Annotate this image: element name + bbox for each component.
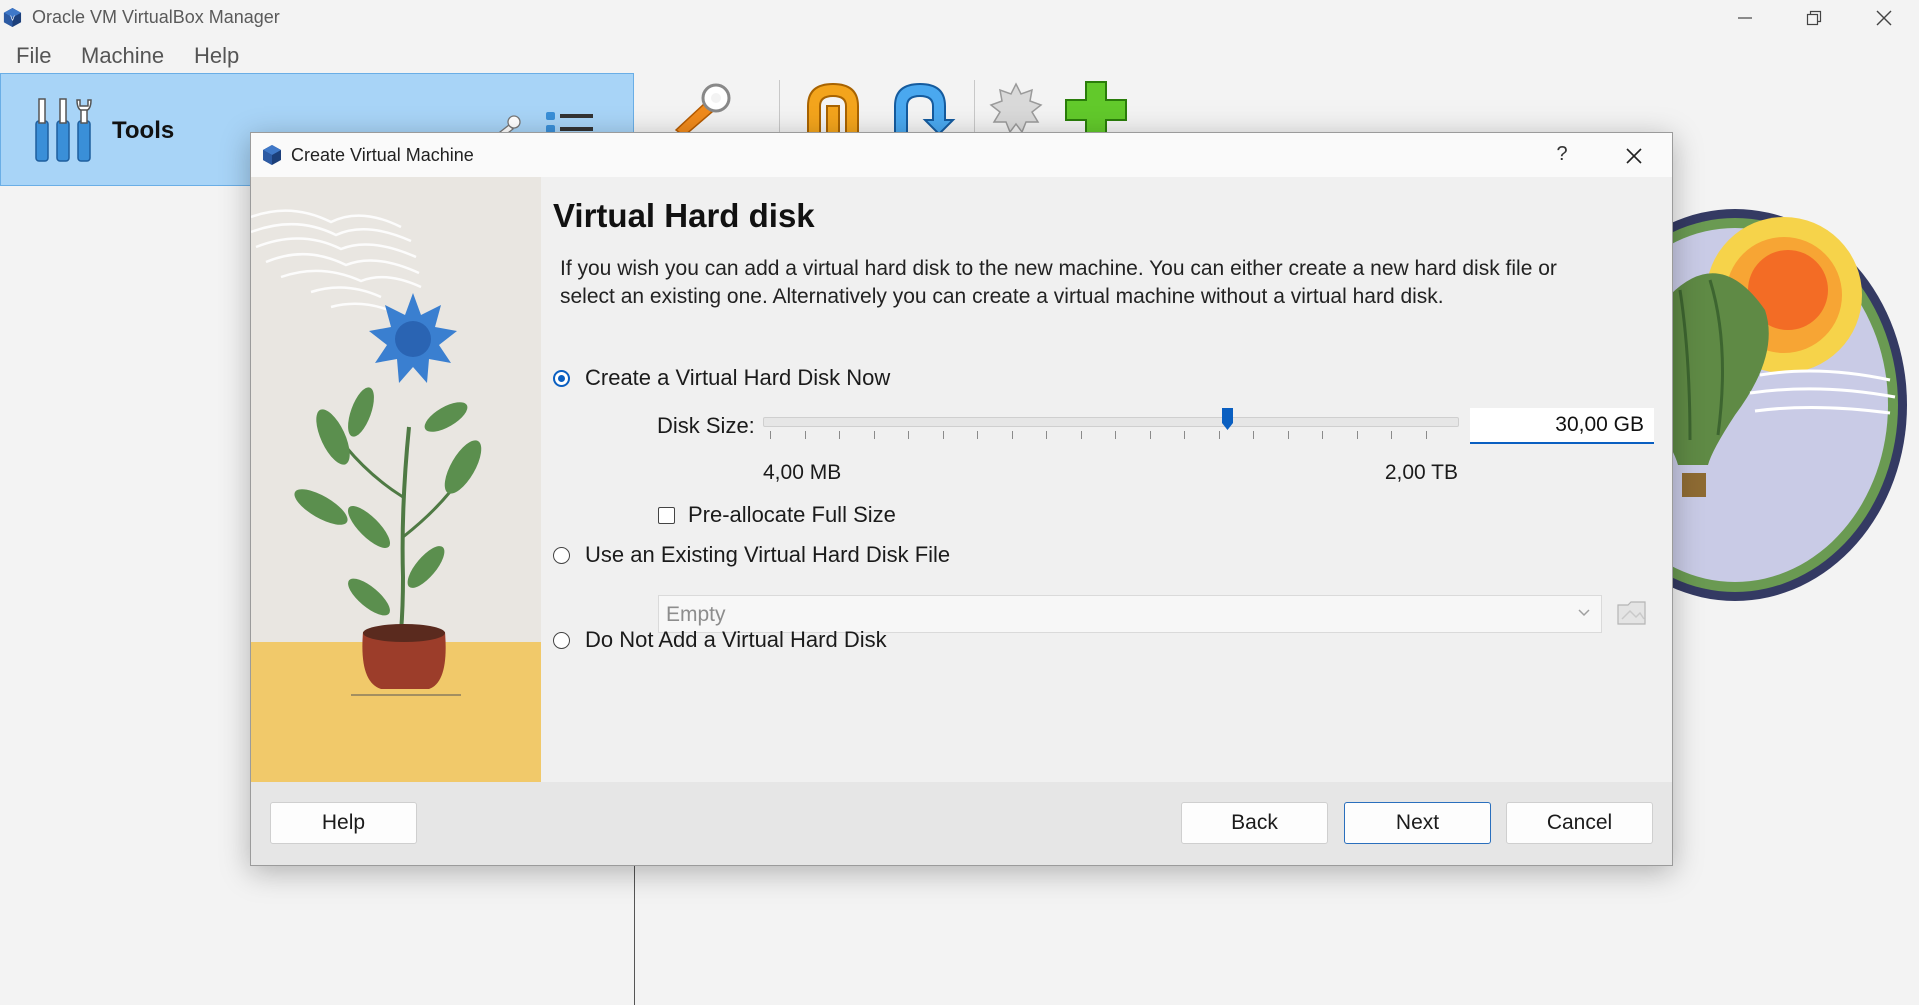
option-use-existing[interactable]: Use an Existing Virtual Hard Disk File [553,542,950,568]
cancel-button[interactable]: Cancel [1506,802,1653,844]
next-button[interactable]: Next [1344,802,1491,844]
slider-tick [908,431,909,439]
radio-do-not-add[interactable] [553,631,570,649]
option-use-existing-label: Use an Existing Virtual Hard Disk File [585,542,951,567]
virtualbox-app-icon: V [3,8,22,27]
minimize-button[interactable] [1710,0,1780,36]
disk-size-min-label: 4,00 MB [763,461,842,484]
add-plus-icon[interactable] [1064,80,1130,134]
preallocate-checkbox[interactable] [658,506,675,524]
slider-tick [943,431,944,439]
slider-tick [1115,431,1116,439]
slider-tick [1426,431,1427,439]
slider-tick [1046,431,1047,439]
close-window-button[interactable] [1849,0,1919,36]
slider-tick [770,431,771,439]
restore-icon [1806,10,1822,26]
dialog-close-button[interactable] [1617,142,1651,170]
new-badge-icon [989,82,1043,134]
existing-disk-value: Empty [666,603,726,626]
slider-tick [1012,431,1013,439]
window-title: Oracle VM VirtualBox Manager [32,7,280,27]
slider-tick [1288,431,1289,439]
minimize-icon [1738,17,1752,19]
help-button[interactable]: Help [270,802,417,844]
slider-tick [805,431,806,439]
chevron-down-icon [1578,609,1590,617]
slider-tick [1391,431,1392,439]
option-do-not-add-label: Do Not Add a Virtual Hard Disk [585,627,887,652]
toolbar-separator [779,80,780,136]
wizard-content: Virtual Hard disk If you wish you can ad… [541,177,1672,782]
option-do-not-add[interactable]: Do Not Add a Virtual Hard Disk [553,627,887,653]
slider-tick [874,431,875,439]
slider-tick [1150,431,1151,439]
create-vm-dialog: Create Virtual Machine ? Virtual Hard di… [250,132,1673,866]
dialog-title: Create Virtual Machine [291,145,474,165]
dialog-titlebar: Create Virtual Machine ? [251,133,1672,177]
disk-size-label: Disk Size: [657,413,755,438]
main-titlebar: V Oracle VM VirtualBox Manager [0,0,1919,36]
settings-wrench-icon[interactable] [668,80,738,134]
close-icon [1626,148,1642,164]
menu-bar: File Machine Help [0,36,1919,72]
slider-tick [1219,431,1220,439]
preallocate-label: Pre-allocate Full Size [688,502,896,527]
slider-tick [1081,431,1082,439]
svg-text:V: V [10,14,15,22]
tools-label: Tools [112,117,175,144]
slider-tick [839,431,840,439]
back-button[interactable]: Back [1181,802,1328,844]
menu-machine[interactable]: Machine [81,43,164,69]
slider-tick [977,431,978,439]
folder-browse-icon [1617,601,1646,625]
option-create-now-label: Create a Virtual Hard Disk Now [585,365,891,390]
radio-create-now[interactable] [553,369,570,387]
disk-size-input[interactable] [1470,408,1654,444]
dialog-footer: Help Back Next Cancel [251,782,1672,865]
disk-size-max-label: 2,00 TB [1384,461,1458,484]
slider-handle[interactable] [1221,407,1234,431]
slider-tick [1253,431,1254,439]
menu-file[interactable]: File [16,43,51,69]
slider-tick [1322,431,1323,439]
wizard-plant-illustration [251,177,541,782]
toolbar-separator [974,80,975,136]
page-description: If you wish you can add a virtual hard d… [560,257,1557,308]
disk-size-slider[interactable] [763,417,1459,427]
browse-disk-button[interactable] [1615,595,1649,629]
discard-icon[interactable] [800,80,870,134]
slider-ticks [770,431,1460,441]
slider-tick [1357,431,1358,439]
tools-icon [35,98,92,162]
close-icon [1876,10,1892,26]
page-heading: Virtual Hard disk [553,197,815,234]
slider-tick [1184,431,1185,439]
radio-use-existing[interactable] [553,546,570,564]
restore-button[interactable] [1779,0,1849,36]
context-help-button[interactable]: ? [1547,143,1577,169]
start-arrow-icon[interactable] [887,80,957,134]
preallocate-option[interactable]: Pre-allocate Full Size [658,502,896,528]
virtualbox-icon [263,145,281,165]
option-create-now[interactable]: Create a Virtual Hard Disk Now [553,365,890,391]
menu-help[interactable]: Help [194,43,239,69]
